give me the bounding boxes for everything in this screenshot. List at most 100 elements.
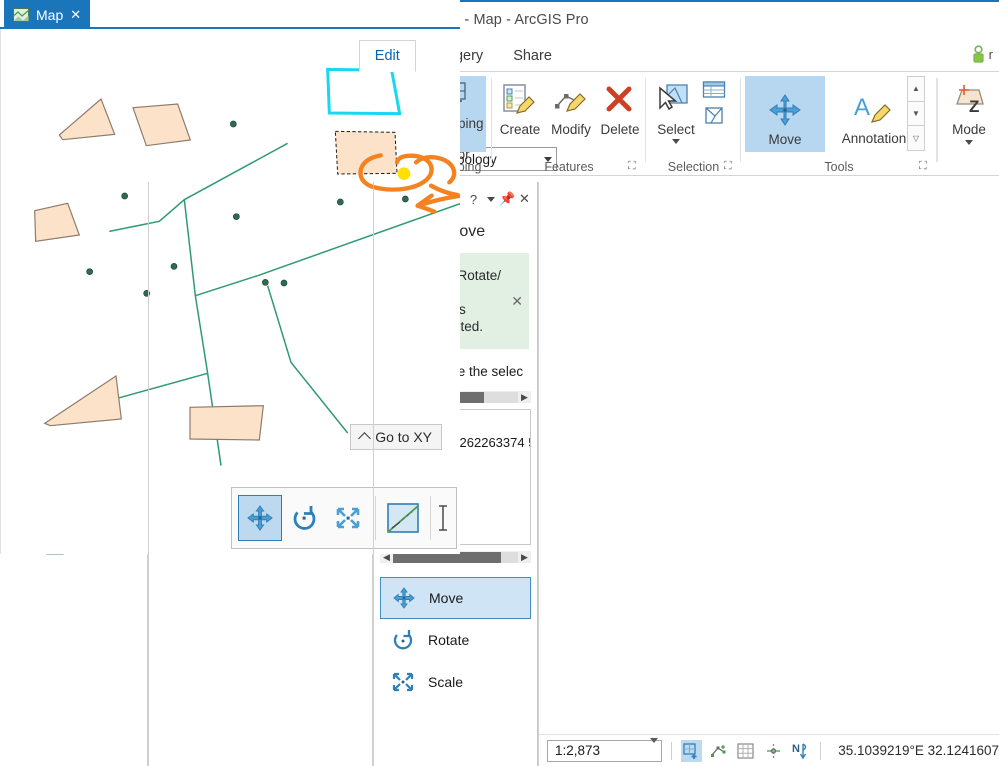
grid-icon[interactable] — [735, 740, 756, 762]
annotation-icon: A — [850, 91, 898, 127]
attribute-table-button[interactable] — [702, 80, 726, 103]
gallery-expand-icon[interactable]: ▽ — [907, 125, 925, 151]
move-4way-arrow-icon — [391, 586, 417, 610]
tab-share[interactable]: Share — [498, 40, 567, 72]
polygon-feature — [45, 376, 122, 426]
panel-divider[interactable] — [538, 182, 539, 766]
selected-features-icon[interactable] — [681, 740, 702, 762]
polygon-feature — [190, 406, 263, 440]
floating-rotate-tool[interactable] — [282, 495, 326, 541]
user-account-badge[interactable]: r — [971, 45, 993, 63]
svg-text:A: A — [854, 94, 870, 121]
ribbon-group-tools: Move A Annotation ▲ ▼ ▽ Tools ⛶ — [741, 72, 937, 176]
go-to-xy-button[interactable]: Go to XY — [350, 424, 442, 450]
tool-scale[interactable]: Scale — [380, 661, 531, 703]
features-dialog-launcher[interactable]: ⛶ — [628, 161, 640, 173]
modify-pin-icon[interactable]: 📌 — [499, 188, 516, 210]
measure-icon[interactable] — [763, 740, 784, 762]
modify-icon — [552, 82, 590, 120]
modify-label: Modify — [551, 122, 591, 137]
arcgis-pro-window: Untitled - Map - ArcGIS Pro Project Map … — [0, 0, 999, 766]
panel-divider[interactable] — [148, 182, 149, 766]
floating-measure-tool[interactable] — [436, 495, 450, 541]
map-tab-bar: Map ✕ — [0, 0, 460, 29]
floating-snapping-preview-tool[interactable] — [381, 495, 425, 541]
dismiss-message-icon[interactable]: ✕ — [511, 293, 523, 310]
z-mode-icon: Z — [949, 82, 989, 120]
map-scale-value: 1:2,873 — [555, 743, 650, 758]
map-scale-dropdown-icon[interactable] — [650, 743, 658, 758]
tools-group-label: Tools — [741, 160, 937, 174]
select-arrow-map-icon — [656, 82, 696, 120]
user-name-truncated: r — [989, 47, 993, 62]
modify-close-icon[interactable]: ✕ — [516, 188, 533, 210]
create-icon — [501, 82, 539, 120]
tool-rotate[interactable]: Rotate — [380, 619, 531, 661]
map-tab-close-icon[interactable]: ✕ — [70, 7, 81, 23]
modify-help-icon[interactable]: ? — [465, 188, 482, 210]
create-label: Create — [500, 122, 541, 137]
ribbon-group-features: Create Modify Delete Features ⛶ — [492, 72, 646, 176]
select-dropdown-icon[interactable] — [672, 139, 680, 144]
map-tab[interactable]: Map ✕ — [4, 0, 90, 29]
floating-scale-tool[interactable] — [326, 495, 370, 541]
floating-move-tool[interactable] — [238, 495, 282, 541]
polygon-feature — [35, 203, 80, 241]
chevron-up-icon — [358, 432, 371, 445]
map-scale-combo[interactable]: 1:2,873 — [547, 740, 662, 762]
map-features — [1, 29, 460, 554]
create-features-button[interactable]: Create — [496, 78, 544, 137]
floating-toolbar-separator — [430, 496, 431, 540]
annotation-tool-label: Annotation — [842, 131, 907, 146]
snap-preview-icon — [386, 502, 420, 534]
selected-polygon-feature[interactable] — [335, 131, 397, 174]
select-label: Select — [657, 122, 695, 137]
north-arrow-icon[interactable]: N — [790, 740, 811, 762]
line-features — [94, 143, 460, 465]
move-tool-label: Move — [768, 132, 801, 147]
delete-features-button[interactable]: Delete — [596, 78, 644, 137]
svg-text:N: N — [792, 743, 800, 755]
tool-move-label: Move — [429, 590, 463, 606]
mode-button[interactable]: Z Mode — [943, 78, 995, 145]
tools-gallery-scroll[interactable]: ▲ ▼ ▽ — [907, 76, 925, 150]
move-tool-button[interactable]: Move — [745, 76, 825, 152]
map-view: Map ✕ — [0, 0, 460, 584]
selection-dialog-launcher[interactable]: ⛶ — [724, 161, 736, 173]
scroll-right-icon[interactable]: ▶ — [518, 392, 531, 403]
move-4way-arrow-icon — [765, 92, 805, 128]
select-button[interactable]: Select — [650, 78, 702, 144]
ribbon-group-selection: Select Selection ⛶ — [646, 72, 741, 176]
go-to-xy-label: Go to XY — [375, 429, 432, 445]
rotate-icon — [289, 504, 319, 532]
delete-label: Delete — [600, 122, 639, 137]
tools-dialog-launcher[interactable]: ⛶ — [919, 161, 931, 173]
gallery-scroll-up-icon[interactable]: ▲ — [907, 76, 925, 102]
mode-dropdown-icon[interactable] — [965, 140, 973, 145]
status-bar: 1:2,873 — [539, 734, 999, 766]
tab-edit[interactable]: Edit — [359, 40, 416, 72]
rotate-icon — [390, 628, 416, 652]
tool-move[interactable]: Move — [380, 577, 531, 619]
polygon-feature — [133, 104, 190, 146]
tool-rotate-label: Rotate — [428, 632, 469, 648]
select-by-attributes-icon — [704, 106, 725, 126]
map-tab-label: Map — [36, 7, 63, 23]
select-by-attributes-button[interactable] — [704, 106, 725, 129]
attribute-table-icon — [702, 80, 726, 100]
scroll-right-icon[interactable]: ▶ — [518, 552, 531, 563]
edit-vertices-icon[interactable] — [708, 740, 729, 762]
vertex-highlight-dot — [398, 167, 411, 180]
map-floating-edit-toolbar — [231, 487, 457, 549]
polygon-feature — [59, 99, 114, 140]
features-group-label: Features — [492, 160, 646, 174]
map-coordinates: 35.1039219°E 32.1241607 — [838, 743, 999, 758]
modify-menu-icon[interactable] — [482, 188, 499, 210]
modify-features-button[interactable]: Modify — [546, 78, 596, 137]
scale-icon — [333, 504, 363, 532]
modify-tool-list: Move Rotate Scale — [374, 577, 537, 703]
status-separator — [820, 742, 821, 760]
gallery-scroll-down-icon[interactable]: ▼ — [907, 101, 925, 127]
panel-divider[interactable] — [373, 182, 374, 766]
map-canvas[interactable]: Go to XY — [0, 29, 460, 554]
